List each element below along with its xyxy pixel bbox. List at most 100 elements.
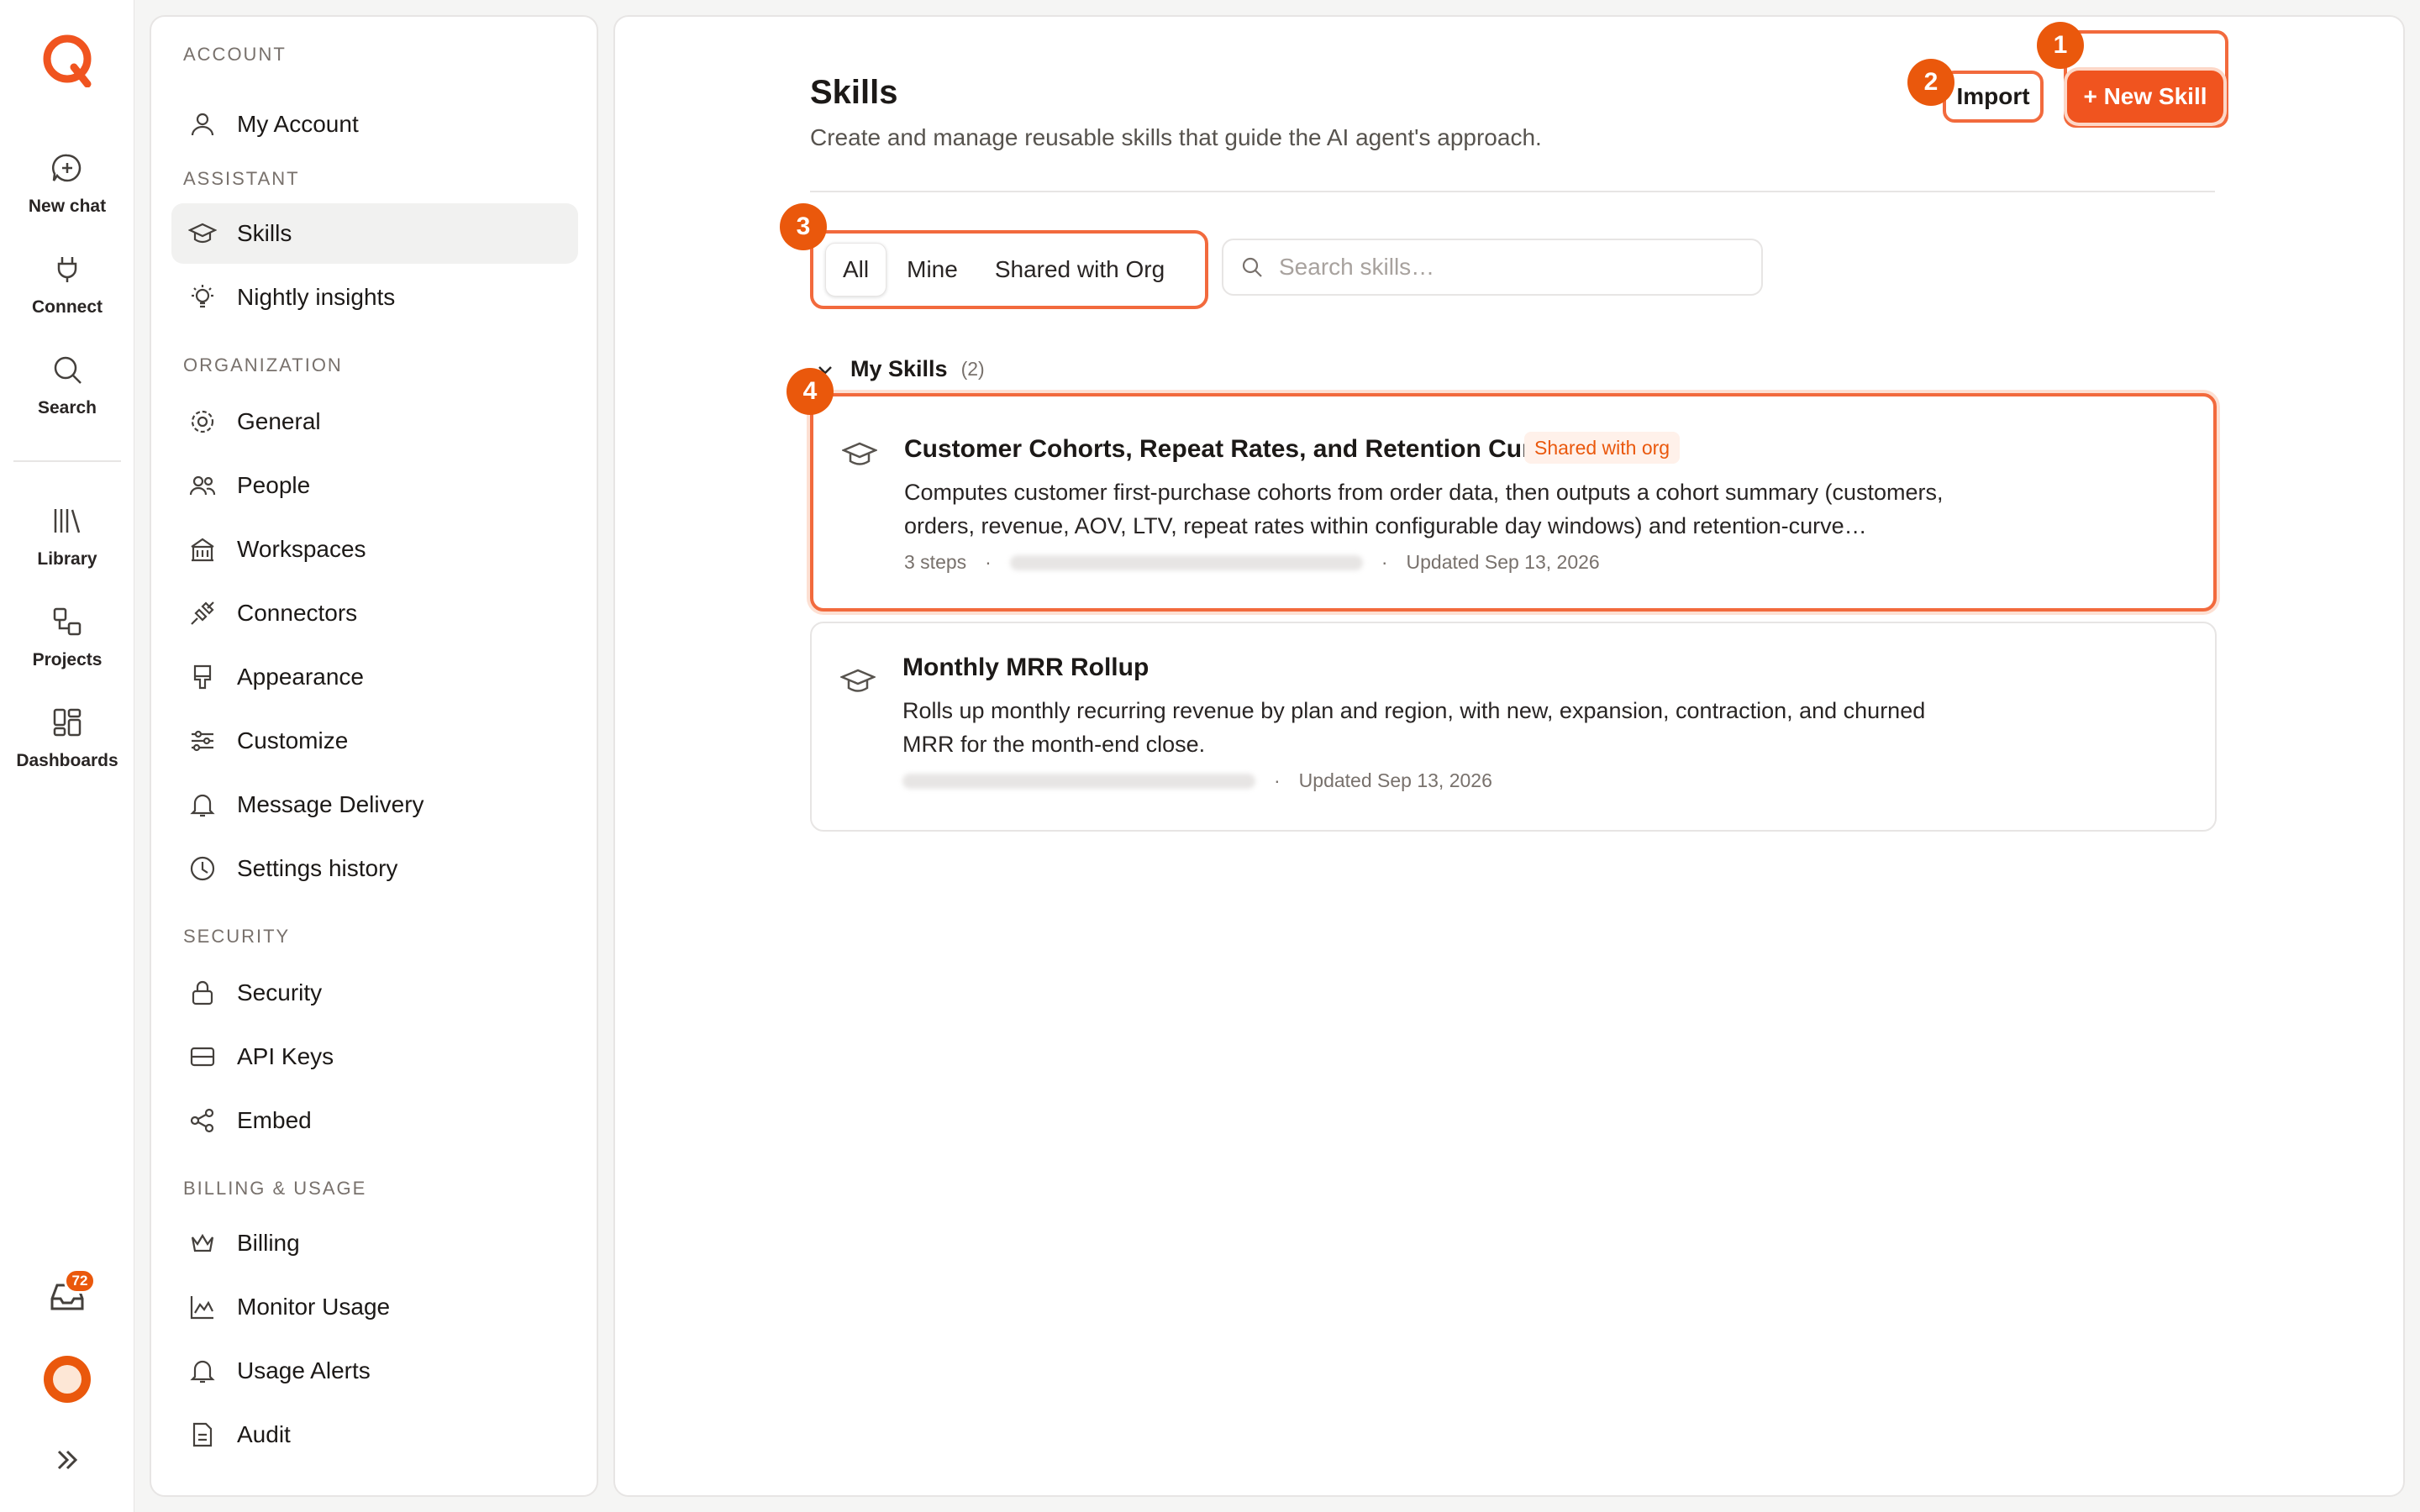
nav-label: My Account (237, 111, 359, 137)
nav-item-general[interactable]: General (171, 391, 578, 452)
graduation-cap-icon (840, 669, 876, 692)
skills-page: Skills Create and manage reusable skills… (613, 15, 2405, 1497)
annotation-marker-4: 4 (786, 368, 834, 415)
annotation-marker-3: 3 (780, 203, 827, 250)
rail-connect[interactable]: Connect (0, 252, 134, 318)
skill-card[interactable]: Monthly MRR Rollup Rolls up monthly recu… (810, 622, 2217, 832)
rail-label: New chat (28, 197, 107, 216)
nav-section-account: ACCOUNT (183, 44, 287, 65)
meta-separator: · (985, 551, 992, 573)
expand-sidebar-icon[interactable] (52, 1445, 82, 1475)
search-icon (54, 356, 82, 384)
shared-with-org-badge: Shared with org (1524, 432, 1681, 464)
skill-title: Customer Cohorts, Repeat Rates, and Rete… (904, 435, 1574, 463)
card-icon (190, 1047, 215, 1067)
nav-item-nightly-insights[interactable]: Nightly insights (171, 267, 578, 328)
nav-label: Message Delivery (237, 791, 424, 817)
nav-item-appearance[interactable]: Appearance (171, 647, 578, 707)
nav-label: Settings history (237, 855, 398, 881)
nav-item-workspaces[interactable]: Workspaces (171, 519, 578, 580)
nav-item-api-keys[interactable]: API Keys (171, 1026, 578, 1087)
rail-search[interactable]: Search (0, 353, 134, 418)
search-box (1222, 239, 1763, 296)
nav-label: Billing (237, 1230, 300, 1256)
import-button[interactable]: Import (1943, 71, 2044, 123)
rail-new-chat[interactable]: New chat (0, 151, 134, 217)
connector-plug-icon (191, 601, 214, 625)
nav-section-security: SECURITY (183, 926, 291, 947)
rail-label: Projects (32, 650, 103, 669)
lock-icon (192, 980, 213, 1005)
clock-icon (190, 856, 215, 881)
skill-description: Rolls up monthly recurring revenue by pl… (902, 698, 1926, 757)
nav-item-monitor-usage[interactable]: Monitor Usage (171, 1277, 578, 1337)
tab-all[interactable]: All (825, 243, 887, 297)
nav-item-billing[interactable]: Billing (171, 1213, 578, 1273)
nav-section-assistant: ASSISTANT (183, 168, 300, 189)
redacted-author (902, 773, 1255, 789)
nav-label: Nightly insights (237, 284, 396, 310)
skill-title: Monthly MRR Rollup (902, 654, 1150, 681)
skill-card[interactable]: Customer Cohorts, Repeat Rates, and Rete… (810, 393, 2217, 612)
lightbulb-icon (192, 285, 213, 308)
nav-item-embed[interactable]: Embed (171, 1090, 578, 1151)
search-input[interactable] (1279, 254, 1749, 281)
tab-shared-with-org[interactable]: Shared with Org (978, 243, 1181, 297)
group-count: (2) (960, 358, 985, 380)
crown-icon (191, 1233, 214, 1252)
nav-label: Workspaces (237, 536, 366, 562)
redacted-author (1009, 554, 1363, 570)
library-icon (54, 509, 81, 533)
skill-description: Computes customer first-purchase cohorts… (904, 480, 1944, 538)
app-logo-icon[interactable] (40, 34, 94, 87)
nav-item-audit[interactable]: Audit (171, 1404, 578, 1465)
nav-item-message-delivery[interactable]: Message Delivery (171, 774, 578, 835)
avatar[interactable] (44, 1356, 91, 1403)
nav-label: Security (237, 979, 323, 1005)
nav-item-security[interactable]: Security (171, 963, 578, 1023)
avatar-face (53, 1365, 82, 1394)
skill-meta: 3 steps · · Updated Sep 13, 2026 (904, 551, 1600, 574)
nav-label: People (237, 472, 311, 498)
graduation-cap-icon (188, 223, 217, 244)
meta-separator: · (1274, 769, 1281, 791)
rail-label: Library (37, 549, 97, 569)
rail-dashboards[interactable]: Dashboards (0, 706, 134, 771)
rail-label: Dashboards (16, 751, 118, 770)
updated-date: Updated Sep 13, 2026 (1298, 769, 1492, 791)
rail-label: Connect (32, 297, 103, 317)
nav-label: Usage Alerts (237, 1357, 371, 1383)
gear-icon (191, 410, 214, 433)
dashboards-icon (53, 708, 82, 737)
meta-separator: · (1381, 551, 1388, 573)
rail-separator (13, 460, 121, 462)
paintbrush-icon (193, 664, 212, 690)
nav-item-people[interactable]: People (171, 455, 578, 516)
nav-label: General (237, 408, 321, 434)
nav-item-connectors[interactable]: Connectors (171, 583, 578, 643)
search-icon (1242, 257, 1262, 277)
nav-item-skills[interactable]: Skills (171, 203, 578, 264)
nav-label: Skills (237, 220, 292, 246)
alert-bell-icon (190, 1360, 215, 1383)
nav-item-my-account[interactable]: My Account (171, 94, 578, 155)
new-skill-button[interactable]: + New Skill (2067, 71, 2223, 123)
rail-label: Search (37, 398, 97, 417)
building-icon (191, 538, 214, 562)
nav-item-customize[interactable]: Customize (171, 711, 578, 771)
group-toggle-my-skills[interactable]: My Skills (2) (815, 356, 985, 382)
nav-label: Embed (237, 1107, 312, 1133)
skill-meta: · Updated Sep 13, 2026 (902, 769, 1492, 792)
annotation-marker-2: 2 (1907, 59, 1954, 106)
nav-label: Audit (237, 1421, 291, 1447)
tab-mine[interactable]: Mine (890, 243, 975, 297)
icon-rail: New chat Connect Search Library Projects (0, 0, 134, 1512)
plug-icon (57, 257, 77, 282)
line-chart-icon (190, 1296, 213, 1320)
nav-item-usage-alerts[interactable]: Usage Alerts (171, 1341, 578, 1401)
rail-library[interactable]: Library (0, 504, 134, 570)
inbox-count-badge: 72 (64, 1268, 96, 1294)
nav-item-settings-history[interactable]: Settings history (171, 838, 578, 899)
rail-projects[interactable]: Projects (0, 605, 134, 670)
share-nodes-icon (190, 1108, 214, 1133)
